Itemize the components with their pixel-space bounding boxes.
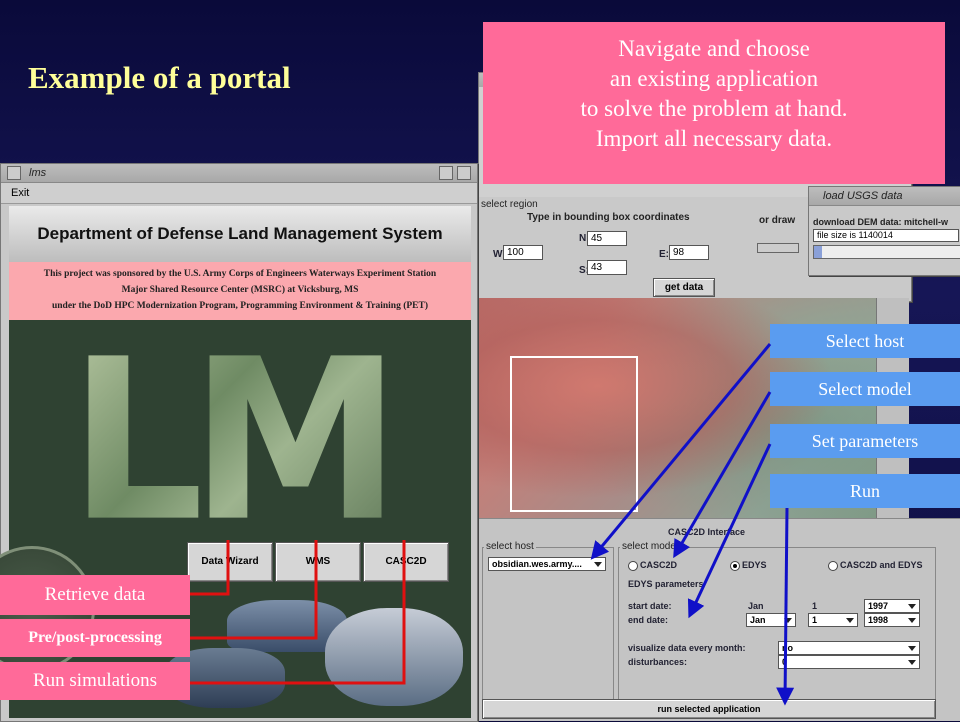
visualize-label: visualize data every month: [628,643,746,653]
visualize-dropdown[interactable]: no [778,641,920,655]
select-model-frame [618,547,936,719]
radio-casc2d-label: CASC2D [640,560,678,570]
end-year-dropdown[interactable]: 1998 [864,613,920,627]
start-month[interactable]: Jan [748,601,764,611]
callout-line-3: to solve the problem at hand. [580,96,848,121]
radio-edys[interactable] [730,561,740,571]
chevron-down-icon [908,604,916,609]
usgs-window-titlebar[interactable]: load USGS data [809,187,960,206]
select-host-label-box: Select host [770,324,960,358]
lms-banner-title: Department of Defense Land Management Sy… [37,224,443,243]
select-model-label: select mode [620,541,678,552]
chevron-down-icon [908,660,916,665]
prepost-processing-label: Pre/post-processing [0,619,190,657]
bridge-image [325,608,463,706]
sponsor-line-2: Major Shared Resource Center (MSRC) at V… [121,285,359,295]
minimize-icon[interactable] [439,166,453,180]
end-month-dropdown[interactable]: Jan [746,613,796,627]
casc2d-button[interactable]: CASC2D [363,542,449,582]
radio-casc2d[interactable] [628,561,638,571]
callout-line-2: an existing application [609,66,819,91]
end-date-label: end date: [628,615,669,625]
lms-banner: Department of Defense Land Management Sy… [9,206,471,262]
e-field[interactable]: 98 [669,245,709,260]
map-selection-box[interactable] [510,356,638,512]
usgs-window: load USGS data download DEM data: mitche… [808,186,960,276]
region-instruction: Type in bounding box coordinates [527,212,690,223]
edys-params-title: EDYS parameters [628,579,704,589]
run-application-button[interactable]: run selected application [482,699,936,719]
chevron-down-icon [594,562,602,567]
casc-panel: CASC2D Interface select host obsidian.we… [478,518,960,721]
visualize-value: no [782,643,793,653]
usgs-window-title: load USGS data [823,190,903,202]
maximize-icon[interactable] [457,166,471,180]
run-simulations-label: Run simulations [0,662,190,700]
start-date-label: start date: [628,601,672,611]
w-field[interactable]: 100 [503,245,543,260]
lms-logo-text: LMS [69,310,526,571]
end-month-value: Jan [750,615,766,625]
draw-slider[interactable] [757,243,799,253]
select-model-label-box: Select model [770,372,960,406]
callout-line-4: Import all necessary data. [595,126,833,151]
select-host-frame [482,547,614,719]
start-year-dropdown[interactable]: 1997 [864,599,920,613]
casc-panel-title: CASC2D Interface [668,527,746,537]
callout-box: Navigate and choose an existing applicat… [483,22,945,184]
chevron-down-icon [784,618,792,623]
s-field[interactable]: 43 [587,260,627,275]
end-day-value: 1 [812,615,818,625]
retrieve-data-label: Retrieve data [0,575,190,615]
exit-menu[interactable]: Exit [11,187,29,199]
e-label: E: [659,249,669,260]
start-year-value: 1997 [868,601,889,611]
slide-title: Example of a portal [28,60,291,95]
callout-line-1: Navigate and choose [618,36,810,61]
disturbances-value: 0 [782,657,788,667]
radio-casc2d-edys-label: CASC2D and EDYS [840,560,923,570]
get-data-button[interactable]: get data [653,278,715,297]
radio-edys-label: EDYS [742,560,767,570]
disturbances-dropdown[interactable]: 0 [778,655,920,669]
lms-logo: LMS [69,320,399,562]
lms-menubar: Exit [1,183,477,204]
wms-button[interactable]: WMS [275,542,361,582]
usgs-download-text: download DEM data: mitchell-w [813,217,949,227]
usgs-file-size: file size is 1140014 [813,229,959,242]
lms-window-titlebar[interactable]: lms [1,164,477,183]
region-frame-label: select region [481,199,538,210]
end-day-dropdown[interactable]: 1 [808,613,858,627]
start-day[interactable]: 1 [812,601,817,611]
data-wizard-button[interactable]: Data Wizard [187,542,273,582]
n-field[interactable]: 45 [587,231,627,246]
usgs-progress-fill [814,246,822,258]
end-year-value: 1998 [868,615,889,625]
chevron-down-icon [908,646,916,651]
set-parameters-label-box: Set parameters [770,424,960,458]
radio-casc2d-edys[interactable] [828,561,838,571]
window-menu-icon[interactable] [7,166,21,180]
lms-window-title: lms [29,167,47,179]
run-label-box: Run [770,474,960,508]
chevron-down-icon [846,618,854,623]
region-or-draw: or draw [759,215,796,226]
chevron-down-icon [908,618,916,623]
usgs-progress-bar [813,245,960,259]
disturbances-label: disturbances: [628,657,688,667]
sponsor-line-1: This project was sponsored by the U.S. A… [43,269,437,279]
